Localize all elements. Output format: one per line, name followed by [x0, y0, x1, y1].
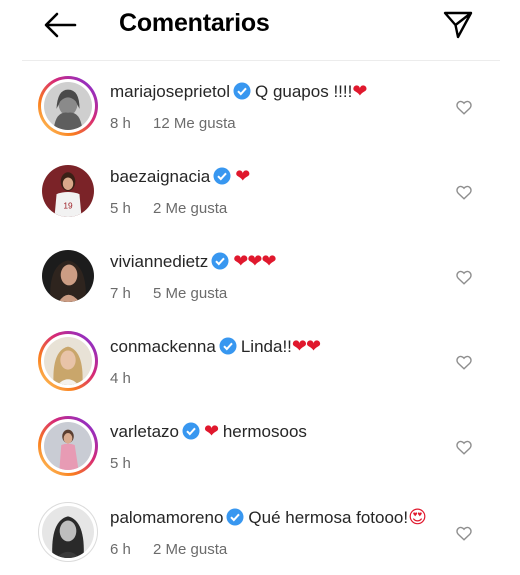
comment-body: mariajoseprietol Q guapos !!!!❤ 8 h 12 Me…	[110, 80, 440, 132]
page-title: Comentarios	[119, 9, 270, 37]
comment-time: 8 h	[110, 115, 131, 132]
svg-text:19: 19	[63, 201, 73, 211]
like-button[interactable]	[453, 351, 475, 373]
header: Comentarios	[0, 0, 520, 58]
avatar[interactable]	[38, 502, 98, 562]
likes-count[interactable]: 12 Me gusta	[153, 115, 236, 132]
header-divider	[22, 60, 500, 61]
heart-emoji: ❤	[352, 81, 367, 101]
heart-emoji: ❤❤❤	[233, 251, 276, 271]
comment-item: 19 baezaignacia ❤ 5 h 2 Me gusta	[0, 161, 520, 246]
comment-body: conmackenna Linda!!❤❤ 4 h	[110, 335, 440, 387]
avatar[interactable]	[38, 416, 98, 476]
comment-item: varletazo ❤ hermosoos 5 h	[0, 416, 520, 501]
comment-body: varletazo ❤ hermosoos 5 h	[110, 420, 440, 472]
likes-count[interactable]: 2 Me gusta	[153, 541, 227, 558]
comment-item: mariajoseprietol Q guapos !!!!❤ 8 h 12 Me…	[0, 76, 520, 161]
share-button[interactable]	[440, 9, 476, 41]
username[interactable]: mariajoseprietol	[110, 82, 230, 101]
comment-item: viviannedietz ❤❤❤ 7 h 5 Me gusta	[0, 246, 520, 331]
username[interactable]: baezaignacia	[110, 167, 210, 186]
comment-text: Linda!!	[240, 337, 292, 356]
comment-item: palomamoreno Qué hermosa fotooo!😍 6 h 2 M…	[0, 502, 520, 575]
comment-body: viviannedietz ❤❤❤ 7 h 5 Me gusta	[110, 250, 440, 302]
heart-outline-icon	[456, 100, 472, 115]
like-button[interactable]	[453, 266, 475, 288]
username[interactable]: viviannedietz	[110, 252, 208, 271]
like-button[interactable]	[453, 96, 475, 118]
heart-outline-icon	[456, 270, 472, 285]
comment-text: hermosoos	[222, 422, 307, 441]
like-button[interactable]	[453, 181, 475, 203]
heart-outline-icon	[456, 526, 472, 541]
heart-emoji: ❤	[203, 421, 219, 441]
verified-badge-icon	[213, 167, 231, 191]
verified-badge-icon	[182, 422, 200, 446]
arrow-left-icon	[44, 12, 77, 38]
verified-badge-icon	[233, 82, 251, 106]
comment-text: Q guapos !!!!	[255, 82, 353, 101]
like-button[interactable]	[453, 522, 475, 544]
comment-time: 6 h	[110, 541, 131, 558]
comment-time: 5 h	[110, 200, 131, 217]
comment-time: 7 h	[110, 285, 131, 302]
paper-plane-icon	[443, 11, 473, 39]
likes-count[interactable]: 2 Me gusta	[153, 200, 227, 217]
comment-text: Qué hermosa fotooo!	[248, 508, 409, 527]
heart-outline-icon	[456, 355, 472, 370]
username[interactable]: varletazo	[110, 422, 179, 441]
heart-emoji: ❤❤	[291, 336, 321, 356]
avatar[interactable]: 19	[38, 161, 98, 221]
heart-outline-icon	[456, 185, 472, 200]
verified-badge-icon	[226, 508, 244, 532]
comment-time: 4 h	[110, 370, 131, 387]
comment-body: baezaignacia ❤ 5 h 2 Me gusta	[110, 165, 440, 217]
avatar[interactable]	[38, 76, 98, 136]
heart-outline-icon	[456, 440, 472, 455]
avatar[interactable]	[38, 246, 98, 306]
comment-time: 5 h	[110, 455, 131, 472]
heart-emoji: ❤	[235, 166, 250, 186]
verified-badge-icon	[219, 337, 237, 361]
username[interactable]: conmackenna	[110, 337, 216, 356]
username[interactable]: palomamoreno	[110, 508, 223, 527]
avatar[interactable]	[38, 331, 98, 391]
comment-body: palomamoreno Qué hermosa fotooo!😍 6 h 2 M…	[110, 506, 440, 558]
verified-badge-icon	[211, 252, 229, 276]
likes-count[interactable]: 5 Me gusta	[153, 285, 227, 302]
back-button[interactable]	[40, 10, 80, 40]
like-button[interactable]	[453, 436, 475, 458]
comment-item: conmackenna Linda!!❤❤ 4 h	[0, 331, 520, 416]
heart-eyes-emoji: 😍	[408, 507, 427, 527]
